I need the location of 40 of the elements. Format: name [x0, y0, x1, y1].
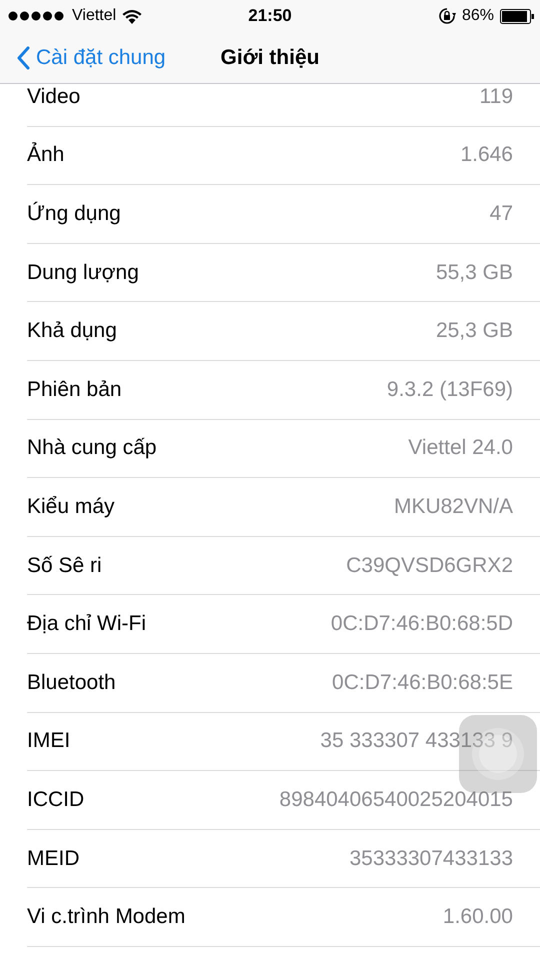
signal-icon — [8, 11, 66, 21]
row-value: 119 — [480, 84, 513, 109]
battery-icon — [500, 8, 534, 24]
rotation-lock-icon — [438, 7, 456, 25]
row-value: 25,3 GB — [436, 319, 513, 344]
carrier-name: Viettel — [72, 7, 116, 25]
row-label: Vi c.trình Modem — [27, 905, 186, 930]
row-value: 35333307433133 — [349, 846, 513, 871]
status-time: 21:50 — [248, 6, 292, 26]
row-label: Bluetooth — [27, 670, 116, 695]
nav-title: Giới thiệu — [220, 46, 320, 70]
row-label: Ứng dụng — [27, 202, 121, 226]
back-button[interactable]: Cài đặt chung — [0, 46, 166, 70]
row-value: 1.646 — [460, 143, 513, 168]
row-value: 0C:D7:46:B0:68:5E — [332, 670, 513, 695]
row-label: Video — [27, 84, 80, 109]
row-label: Địa chỉ Wi-Fi — [27, 612, 146, 636]
row-label: Nhà cung cấp — [27, 436, 157, 460]
battery-percent: 86% — [462, 7, 494, 25]
row-value: MKU82VN/A — [394, 494, 513, 519]
row-value: 0C:D7:46:B0:68:5D — [330, 612, 513, 636]
row-value: Viettel 24.0 — [408, 436, 513, 460]
row-value: C39QVSD6GRX2 — [346, 554, 513, 578]
row-value: 55,3 GB — [436, 260, 513, 285]
chevron-left-icon — [16, 46, 30, 70]
row-label: Ảnh — [27, 143, 64, 168]
row-label: Số Sê ri — [27, 554, 102, 578]
row-label: Dung lượng — [27, 260, 139, 285]
row-value: 1.60.00 — [442, 905, 513, 930]
row-label: IMEI — [27, 729, 70, 754]
row-label: MEID — [27, 846, 80, 871]
row-value: 47 — [490, 202, 513, 226]
row-value: 35 333307 433133 9 — [320, 729, 513, 754]
row-label: Khả dụng — [27, 319, 117, 344]
row-value: 89840406540025204015 — [279, 788, 513, 812]
row-label: Kiểu máy — [27, 494, 115, 519]
wifi-icon — [122, 8, 142, 24]
row-label: Phiên bản — [27, 378, 122, 402]
row-label: ICCID — [27, 788, 84, 812]
row-value: 9.3.2 (13F69) — [386, 378, 513, 402]
